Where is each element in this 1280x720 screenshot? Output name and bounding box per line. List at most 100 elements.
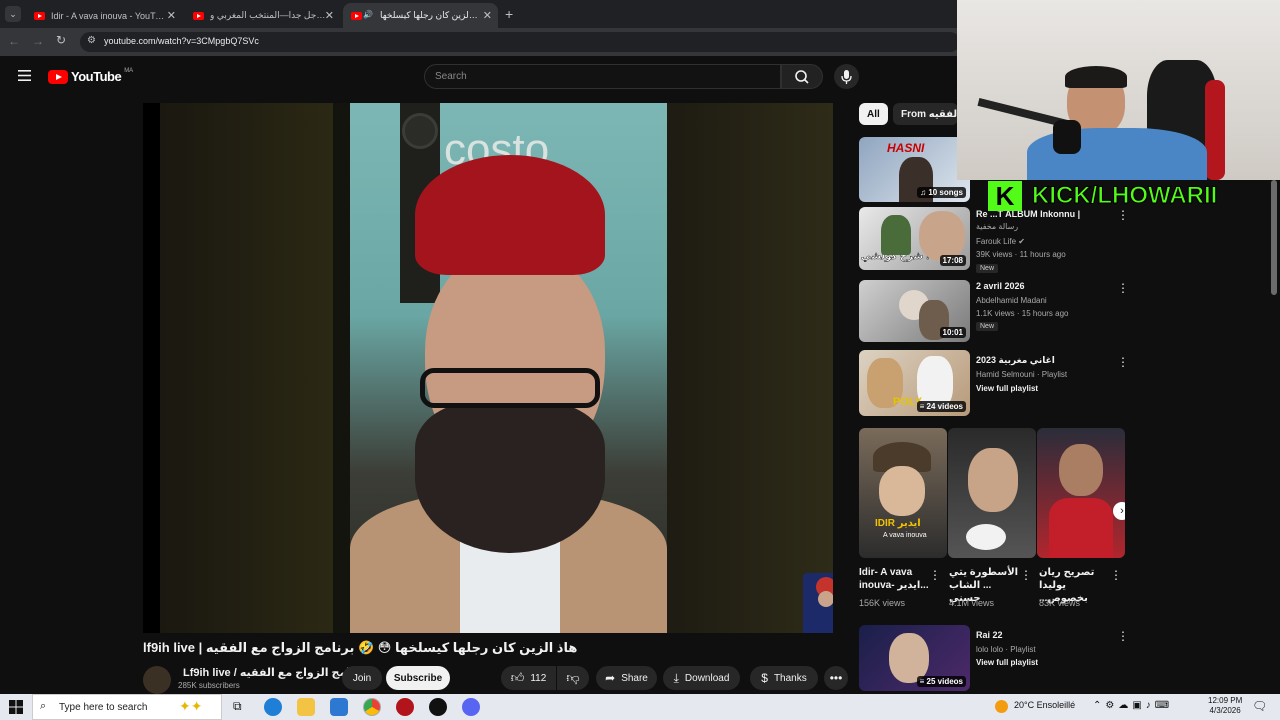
- store-icon[interactable]: [330, 698, 348, 716]
- youtube-logo[interactable]: YouTube MA: [48, 68, 133, 84]
- short-rayan[interactable]: ›: [1037, 428, 1125, 558]
- obs-icon[interactable]: [396, 698, 414, 716]
- task-view-icon[interactable]: ⧉: [233, 699, 242, 714]
- omnibox[interactable]: ⚙ youtube.com/watch?v=3CMpgbQ7SVc: [80, 32, 960, 52]
- tab-search-chevron-icon[interactable]: ⌄: [5, 6, 21, 22]
- page-scrollbar-thumb[interactable]: [1271, 180, 1277, 295]
- windows-start-icon[interactable]: [9, 700, 23, 714]
- forward-arrow-icon[interactable]: →: [32, 34, 44, 48]
- tab-label: عااجل جدا—المنتخب المغربي و: [210, 10, 326, 20]
- streamer-avatar-overlay: [803, 573, 833, 633]
- video-title: lf9ih live | هاذ الزين كان رجلها كيسلخها…: [143, 640, 578, 655]
- share-button[interactable]: ➦ Share: [596, 666, 657, 690]
- join-button[interactable]: Join: [342, 666, 382, 690]
- thumbnail-farouk[interactable]: شرح كولشي ! 17:08: [859, 207, 970, 270]
- hamburger-menu-icon[interactable]: [18, 70, 31, 81]
- next-arrow-icon[interactable]: ›: [1113, 502, 1125, 520]
- playlist-title-aghani[interactable]: اغاني مغربية 2023: [976, 355, 1111, 366]
- channel-farouk[interactable]: Farouk Life ✔: [976, 237, 1025, 246]
- back-arrow-icon[interactable]: ←: [8, 34, 20, 48]
- discord-icon[interactable]: [462, 698, 480, 716]
- kick-channel-text: KICK/LHOWARII: [1031, 182, 1218, 210]
- short-hasni-legend[interactable]: [948, 428, 1036, 558]
- reload-icon[interactable]: ↻: [56, 33, 66, 47]
- taskbar-search-input[interactable]: ⌕ Type here to search ✦✦: [32, 694, 222, 720]
- duration-badge: 10:01: [939, 327, 966, 338]
- tab-idir[interactable]: Idir - A vava inouva - YouTube ✕: [26, 3, 182, 28]
- more-actions-button[interactable]: •••: [824, 666, 848, 690]
- streamer-hair: [1065, 66, 1127, 88]
- meta-farouk: 39K views · 11 hours ago: [976, 250, 1066, 259]
- search-button[interactable]: [781, 64, 823, 89]
- clock-date: 4/3/2026: [1209, 706, 1241, 715]
- dislike-button[interactable]: 👎︎: [557, 666, 589, 690]
- file-explorer-icon[interactable]: [297, 698, 315, 716]
- video-background-right: [650, 103, 833, 633]
- share-arrow-icon: ➦: [605, 671, 616, 685]
- sparkle-icon: ✦✦: [179, 698, 203, 714]
- more-vertical-icon[interactable]: ⋮: [1117, 630, 1129, 642]
- person-beard: [415, 403, 605, 553]
- thumbnail-rai-playlist[interactable]: ≡ 25 videos: [859, 625, 970, 691]
- more-vertical-icon[interactable]: ⋮: [1117, 356, 1129, 368]
- playlist-channel-lolo[interactable]: lolo lolo · Playlist: [976, 645, 1036, 654]
- more-vertical-icon[interactable]: ⋮: [929, 569, 941, 581]
- search-icon: [795, 70, 809, 84]
- search-placeholder: Search: [435, 71, 467, 82]
- voice-search-button[interactable]: [834, 64, 859, 89]
- playlist-icon: ≡: [919, 402, 927, 411]
- channel-avatar[interactable]: [143, 666, 171, 694]
- site-info-icon[interactable]: ⚙: [87, 35, 96, 46]
- thumb-subtext: A vava inouva: [883, 532, 927, 539]
- close-icon[interactable]: ✕: [167, 9, 176, 22]
- thumb-text: HASNI: [887, 141, 925, 155]
- more-horizontal-icon: •••: [829, 671, 843, 685]
- thumbs-up-icon: 👍︎: [510, 670, 525, 685]
- clock-time: 12:09 PM: [1208, 696, 1243, 705]
- search-input[interactable]: Search: [424, 64, 781, 89]
- playlist-title-rai[interactable]: Rai 22: [976, 630, 1111, 640]
- channel-name-text: Lf9ih live / برنامج الزواج مع الفقيه: [183, 667, 366, 679]
- close-icon[interactable]: ✕: [325, 9, 334, 22]
- chip-from-channel[interactable]: From برنامج الزواج مع الفقيه: [893, 103, 958, 125]
- view-full-playlist-link[interactable]: View full playlist: [976, 658, 1038, 667]
- thumbnail-hasni-mix[interactable]: HASNI ♫ 10 songs: [859, 137, 970, 202]
- more-vertical-icon[interactable]: ⋮: [1020, 569, 1032, 581]
- youtube-favicon-icon: [193, 11, 204, 20]
- thumbnail-abdelhamid[interactable]: 10:01: [859, 280, 970, 342]
- download-button[interactable]: ⤓ Download: [663, 666, 740, 690]
- new-badge: New: [976, 264, 999, 273]
- chrome-icon[interactable]: [363, 698, 381, 716]
- new-tab-plus-icon[interactable]: +: [505, 6, 513, 22]
- like-count: 112: [530, 672, 547, 684]
- like-button[interactable]: 👍︎ 112: [501, 666, 556, 690]
- kick-logo-icon: K: [988, 181, 1022, 211]
- short-idir[interactable]: IDIR ايدير A vava inouva: [859, 428, 947, 558]
- app-icon[interactable]: [429, 698, 447, 716]
- kick-overlay: K KICK/LHOWARII: [988, 180, 1258, 212]
- more-vertical-icon[interactable]: ⋮: [1117, 282, 1129, 294]
- thanks-button[interactable]: $ Thanks: [750, 666, 818, 690]
- subscriber-count: 285K subscribers: [178, 681, 240, 690]
- notifications-icon[interactable]: 🗨︎: [1252, 699, 1267, 713]
- video-title-2-avril[interactable]: 2 avril 2026: [976, 281, 1111, 291]
- tab-montakhab[interactable]: عااجل جدا—المنتخب المغربي و ✕: [185, 3, 340, 28]
- tab-current-video[interactable]: 🔊 هاذ الزين كان رجلها كيسلخها ✕: [343, 3, 498, 28]
- clock[interactable]: 12:09 PM 4/3/2026: [1208, 696, 1242, 716]
- playlist-channel-hamid[interactable]: Hamid Selmouni · Playlist: [976, 370, 1067, 379]
- meta-abdelhamid: 1.1K views · 15 hours ago: [976, 309, 1069, 318]
- more-vertical-icon[interactable]: ⋮: [1110, 569, 1122, 581]
- thumbnail-aghani-playlist[interactable]: POLY ≡ 24 videos: [859, 350, 970, 416]
- system-tray-icons[interactable]: ⌃⚙☁▣♪⌨: [1093, 700, 1173, 711]
- close-icon[interactable]: ✕: [483, 9, 492, 22]
- weather-text[interactable]: 20°C Ensoleillé: [1014, 700, 1075, 710]
- weather-sun-icon[interactable]: [995, 700, 1008, 713]
- subscribe-button[interactable]: Subscribe: [386, 666, 450, 690]
- speaker-icon[interactable]: 🔊: [363, 10, 373, 19]
- chip-all[interactable]: All: [859, 103, 888, 125]
- channel-abdelhamid[interactable]: Abdelhamid Madani: [976, 296, 1047, 305]
- video-player[interactable]: costo: [143, 103, 833, 633]
- edge-icon[interactable]: [264, 698, 282, 716]
- short-title-idir[interactable]: Idir- A vava inouva- ايدير...: [859, 566, 931, 592]
- view-full-playlist-link[interactable]: View full playlist: [976, 384, 1038, 393]
